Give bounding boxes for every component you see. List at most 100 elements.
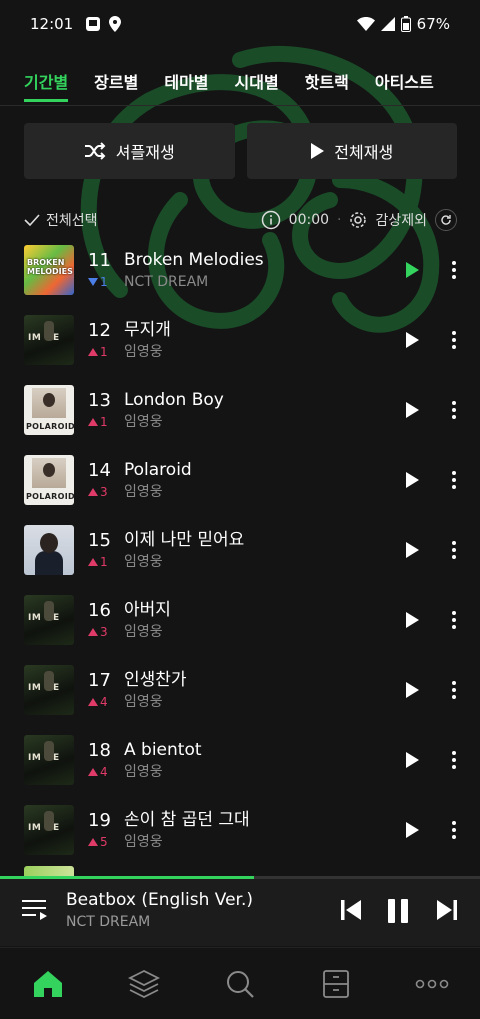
song-info[interactable]: London Boy 임영웅 <box>124 389 400 431</box>
album-art[interactable] <box>24 735 74 785</box>
home-icon <box>34 970 62 997</box>
tab-artist[interactable]: 아티스트 <box>375 58 434 104</box>
song-more-button[interactable] <box>442 398 466 422</box>
tab-hot-track[interactable]: 핫트랙 <box>305 58 349 104</box>
song-row[interactable]: 17 4 인생찬가 임영웅 <box>0 655 480 725</box>
progress-track[interactable] <box>0 876 480 879</box>
play-all-button[interactable]: 전체재생 <box>246 123 457 179</box>
nav-home[interactable] <box>18 954 78 1014</box>
song-artist: 임영웅 <box>124 414 163 430</box>
play-song-button[interactable] <box>400 398 424 422</box>
tab-era[interactable]: 시대별 <box>235 58 279 104</box>
album-art[interactable]: BROKEN MELODIES <box>24 245 74 295</box>
song-row[interactable]: 12 1 무지개 임영웅 <box>0 305 480 375</box>
pause-icon[interactable] <box>386 898 410 924</box>
play-icon <box>406 612 419 628</box>
album-art[interactable] <box>24 665 74 715</box>
more-vertical-icon <box>452 471 456 489</box>
album-art[interactable] <box>24 525 74 575</box>
more-vertical-icon <box>452 821 456 839</box>
play-song-button[interactable] <box>400 818 424 842</box>
rank-change-value: 3 <box>100 625 108 639</box>
album-art[interactable] <box>24 315 74 365</box>
progress-fill <box>0 876 255 879</box>
tab-period[interactable]: 기간별 <box>24 58 69 104</box>
now-playing-artist: NCT DREAM <box>66 914 151 930</box>
song-more-button[interactable] <box>442 818 466 842</box>
song-info[interactable]: 아버지 임영웅 <box>124 599 400 641</box>
select-all-label: 전체선택 <box>46 213 98 229</box>
song-row[interactable]: 15 1 이제 나만 믿어요 임영웅 <box>0 515 480 585</box>
rank-number: 16 <box>88 600 111 621</box>
song-info[interactable]: 손이 참 곱던 그대 임영웅 <box>124 809 400 851</box>
play-icon <box>311 143 325 159</box>
album-art[interactable]: POLAROID <box>24 385 74 435</box>
song-info[interactable]: 이제 나만 믿어요 임영웅 <box>124 529 400 571</box>
nav-search[interactable] <box>210 954 270 1014</box>
rank-up-icon <box>88 698 98 706</box>
song-more-button[interactable] <box>442 258 466 282</box>
song-info[interactable]: Broken Melodies NCT DREAM <box>124 249 400 291</box>
song-info[interactable]: 인생찬가 임영웅 <box>124 669 400 711</box>
play-song-button[interactable] <box>400 468 424 492</box>
song-row[interactable]: 18 4 A bientot 임영웅 <box>0 725 480 795</box>
song-title: 손이 참 곱던 그대 <box>124 810 250 830</box>
rank-change-value: 1 <box>100 345 108 359</box>
play-icon <box>406 402 419 418</box>
nav-layers[interactable] <box>114 954 174 1014</box>
rank-up-icon <box>88 628 98 636</box>
tab-theme[interactable]: 테마별 <box>164 58 208 104</box>
tab-genre[interactable]: 장르별 <box>94 58 138 104</box>
battery-level: 67% <box>416 15 450 33</box>
play-icon <box>406 542 419 558</box>
album-art[interactable] <box>24 805 74 855</box>
song-more-button[interactable] <box>442 538 466 562</box>
song-info[interactable]: A bientot 임영웅 <box>124 739 400 781</box>
song-row[interactable]: 19 5 손이 참 곱던 그대 임영웅 <box>0 795 480 865</box>
song-artist: 임영웅 <box>124 484 163 500</box>
song-title: 이제 나만 믿어요 <box>124 530 245 550</box>
song-more-button[interactable] <box>442 468 466 492</box>
play-song-button[interactable] <box>400 328 424 352</box>
song-row[interactable]: 16 3 아버지 임영웅 <box>0 585 480 655</box>
nav-library[interactable] <box>306 954 366 1014</box>
song-title: 무지개 <box>124 320 171 340</box>
song-row[interactable]: POLAROID 14 3 Polaroid 임영웅 <box>0 445 480 515</box>
song-row[interactable]: POLAROID 13 1 London Boy 임영웅 <box>0 375 480 445</box>
song-more-button[interactable] <box>442 748 466 772</box>
next-icon[interactable] <box>436 898 458 922</box>
song-more-button[interactable] <box>442 328 466 352</box>
rank-change: 1 <box>88 554 124 570</box>
select-all-button[interactable]: 전체선택 <box>24 210 98 230</box>
shuffle-play-button[interactable]: 셔플재생 <box>24 123 235 179</box>
refresh-icon[interactable] <box>435 209 457 231</box>
play-song-button[interactable] <box>400 678 424 702</box>
song-info[interactable]: 무지개 임영웅 <box>124 319 400 361</box>
play-song-button[interactable] <box>400 538 424 562</box>
album-art[interactable] <box>24 595 74 645</box>
song-row[interactable]: BROKEN MELODIES 11 1 Broken Melodies NCT… <box>0 235 480 305</box>
song-more-button[interactable] <box>442 608 466 632</box>
more-vertical-icon <box>452 261 456 279</box>
rank-block: 19 5 <box>74 810 124 850</box>
rank-number: 18 <box>88 740 111 761</box>
chart-tabs: 기간별 장르별 테마별 시대별 핫트랙 아티스트 <box>0 58 480 106</box>
gear-icon[interactable] <box>349 211 367 229</box>
song-more-button[interactable] <box>442 678 466 702</box>
previous-icon[interactable] <box>340 898 362 922</box>
album-art[interactable]: POLAROID <box>24 455 74 505</box>
exclude-label[interactable]: 감상제외 <box>375 210 427 230</box>
mini-player[interactable]: Beatbox (English Ver.) NCT DREAM <box>0 876 480 946</box>
song-title: Polaroid <box>124 460 192 480</box>
play-song-button[interactable] <box>400 748 424 772</box>
rank-block: 11 1 <box>74 250 124 290</box>
play-song-button[interactable] <box>400 608 424 632</box>
song-info[interactable]: Polaroid 임영웅 <box>124 459 400 501</box>
nav-more[interactable] <box>402 954 462 1014</box>
info-icon[interactable] <box>261 210 281 230</box>
playlist-icon[interactable] <box>22 898 48 922</box>
rank-block: 14 3 <box>74 460 124 500</box>
rank-change: 3 <box>88 624 124 640</box>
rank-up-icon <box>88 558 98 566</box>
play-song-button[interactable] <box>400 258 424 282</box>
